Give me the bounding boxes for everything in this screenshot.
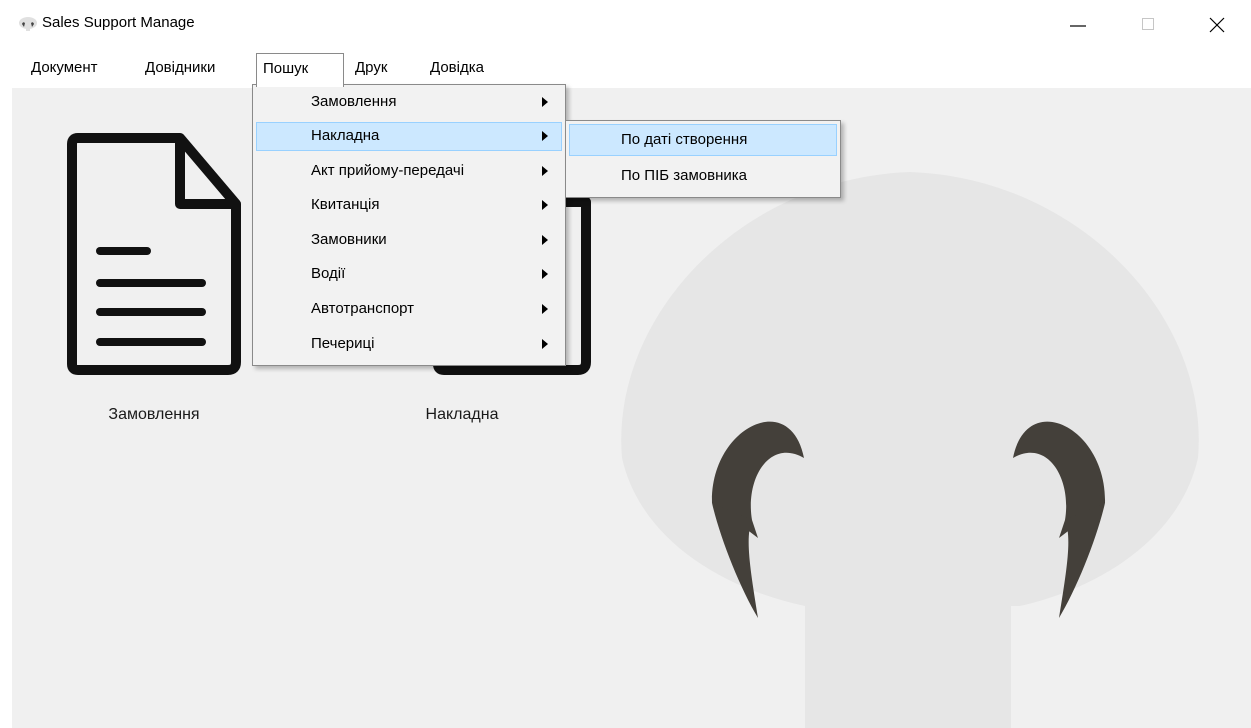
search-dropdown-menu: Замовлення Накладна Акт прийому-передачі… <box>252 84 566 366</box>
submenu-item-by-creation-date[interactable]: По даті створення <box>569 124 837 156</box>
invoice-submenu: По даті створення По ПІБ замовника <box>565 120 841 198</box>
menu-references[interactable]: Довідники <box>139 53 221 83</box>
menu-help[interactable]: Довідка <box>424 53 490 83</box>
title-bar: Sales Support Manage <box>0 0 1251 50</box>
mushroom-app-icon <box>19 17 37 31</box>
left-border <box>0 50 12 728</box>
orders-tile[interactable] <box>62 132 242 377</box>
submenu-arrow-icon <box>542 200 548 210</box>
menu-item-drivers[interactable]: Водії <box>256 260 562 289</box>
maximize-button[interactable] <box>1126 0 1172 50</box>
menu-item-customers[interactable]: Замовники <box>256 226 562 255</box>
minimize-button[interactable] <box>1055 0 1101 50</box>
submenu-arrow-icon <box>542 131 548 141</box>
minimize-icon <box>1070 25 1086 27</box>
submenu-arrow-icon <box>542 269 548 279</box>
menu-item-mushrooms[interactable]: Печериці <box>256 330 562 359</box>
submenu-item-by-customer-name[interactable]: По ПІБ замовника <box>569 160 837 192</box>
invoice-tile-label: Накладна <box>425 406 499 423</box>
window-title: Sales Support Manage <box>42 14 195 31</box>
menu-item-vehicles[interactable]: Автотранспорт <box>256 295 562 324</box>
close-icon <box>1209 17 1225 33</box>
submenu-arrow-icon <box>542 97 548 107</box>
submenu-arrow-icon <box>542 166 548 176</box>
menu-item-orders[interactable]: Замовлення <box>256 88 562 117</box>
maximize-icon <box>1142 18 1154 30</box>
menu-bar: Документ Довідники Пошук Друк Довідка <box>0 50 1251 88</box>
menu-document[interactable]: Документ <box>25 53 104 83</box>
close-button[interactable] <box>1194 0 1240 50</box>
menu-item-receipt[interactable]: Квитанція <box>256 191 562 220</box>
submenu-arrow-icon <box>542 339 548 349</box>
submenu-arrow-icon <box>542 235 548 245</box>
menu-item-transfer-act[interactable]: Акт прийому-передачі <box>256 157 562 186</box>
menu-print[interactable]: Друк <box>349 53 393 83</box>
menu-item-invoice[interactable]: Накладна <box>256 122 562 151</box>
document-icon <box>67 133 241 375</box>
submenu-arrow-icon <box>542 304 548 314</box>
orders-tile-label: Замовлення <box>108 406 200 423</box>
mushroom-logo <box>621 172 1199 728</box>
menu-search[interactable]: Пошук <box>256 53 344 87</box>
